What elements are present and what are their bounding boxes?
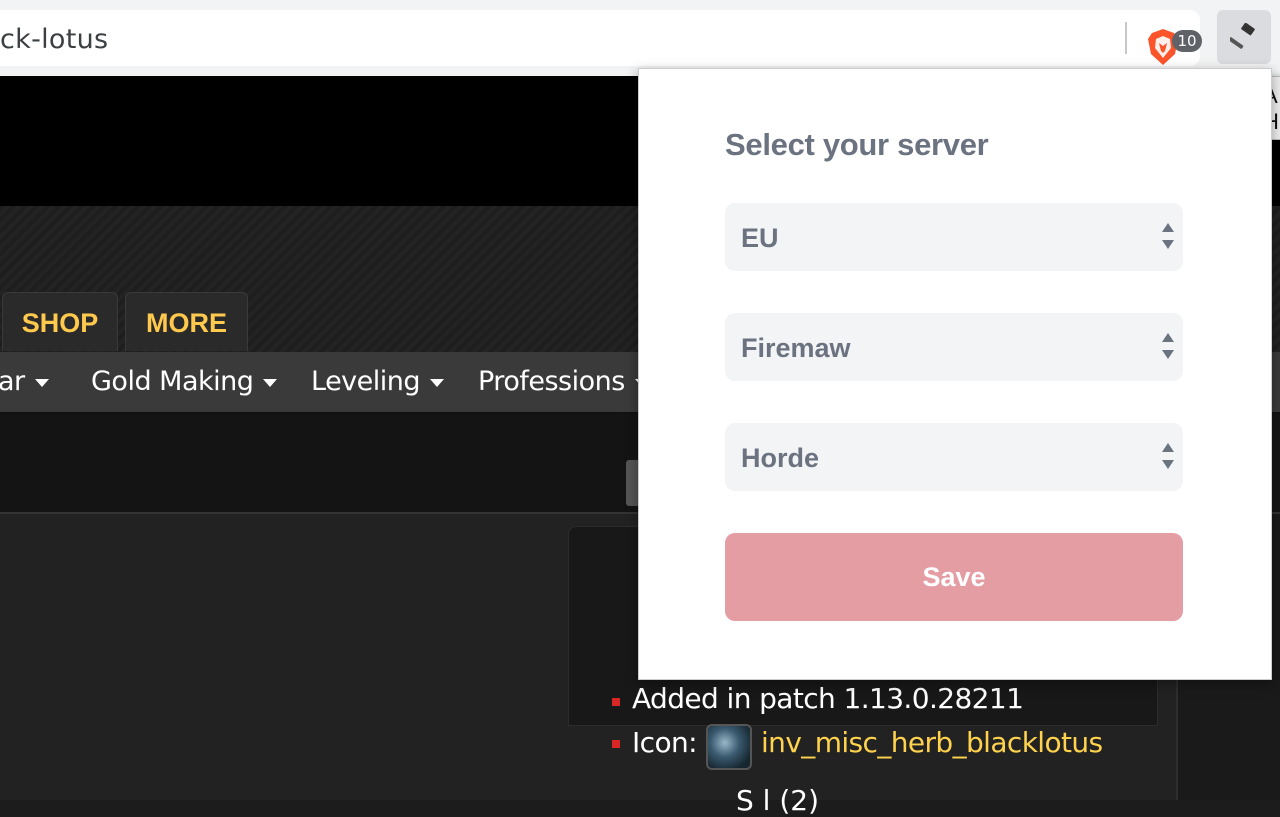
- nav-item-professions[interactable]: Professions: [478, 352, 649, 412]
- server-value: Firemaw: [741, 333, 851, 363]
- nav-item-gold-making[interactable]: Gold Making: [91, 352, 278, 412]
- select-arrows-icon: [1162, 443, 1174, 469]
- nav-label: Leveling: [311, 366, 421, 397]
- address-bar-divider: [1125, 22, 1127, 54]
- server-select[interactable]: Firemaw: [725, 313, 1183, 381]
- nav-label: ar: [0, 366, 25, 397]
- partial-text: S l (2): [736, 784, 820, 817]
- nav-label: Gold Making: [91, 366, 254, 397]
- select-arrows-icon: [1162, 223, 1174, 249]
- url-text[interactable]: ck-lotus: [0, 24, 108, 55]
- server-popup: Select your server EU Firemaw Horde Save: [638, 68, 1272, 680]
- select-arrows-icon: [1162, 333, 1174, 359]
- icon-link[interactable]: inv_misc_herb_blacklotus: [761, 726, 1103, 759]
- caret-down-icon: [34, 378, 49, 387]
- list-bullet: [612, 740, 620, 748]
- browser-toolbar: ck-lotus 10: [0, 0, 1280, 76]
- popup-title: Select your server: [725, 127, 989, 162]
- tab-shop[interactable]: SHOP: [2, 292, 118, 351]
- extension-button[interactable]: [1217, 10, 1271, 64]
- shields-count-badge: 10: [1172, 30, 1202, 52]
- list-bullet: [612, 698, 620, 706]
- black-lotus-icon: [706, 724, 752, 770]
- nav-item-partial[interactable]: ar: [0, 352, 49, 412]
- caret-down-icon: [430, 378, 445, 387]
- hammer-icon: [1230, 23, 1255, 49]
- faction-value: Horde: [741, 443, 820, 473]
- tab-more[interactable]: MORE: [125, 292, 248, 351]
- region-value: EU: [741, 223, 779, 253]
- nav-item-leveling[interactable]: Leveling: [311, 352, 445, 412]
- nav-label: Professions: [478, 366, 625, 397]
- save-button[interactable]: Save: [725, 533, 1183, 621]
- faction-select[interactable]: Horde: [725, 423, 1183, 491]
- icon-label: Icon:: [632, 726, 698, 759]
- caret-down-icon: [263, 378, 278, 387]
- toolbar-fragment: [626, 460, 638, 506]
- patch-info: Added in patch 1.13.0.28211: [632, 682, 1024, 715]
- region-select[interactable]: EU: [725, 203, 1183, 271]
- address-bar[interactable]: ck-lotus 10: [0, 10, 1202, 66]
